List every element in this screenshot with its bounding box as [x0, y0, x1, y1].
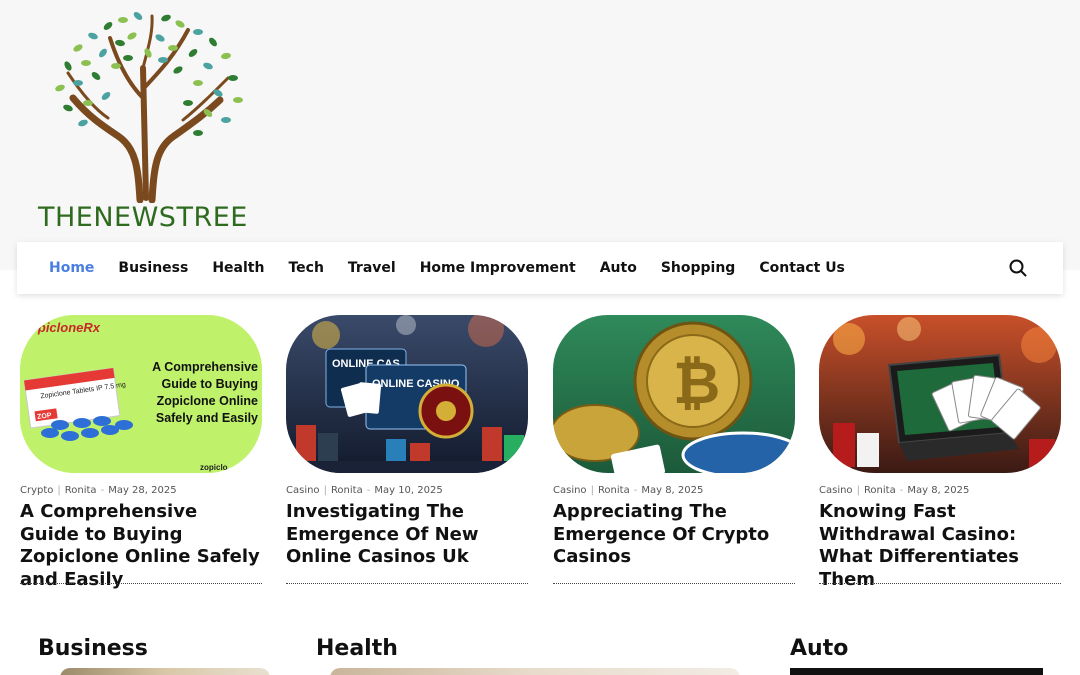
fast-withdrawal-casino-thumbnail-image	[819, 315, 1061, 473]
nav-item-contact-us[interactable]: Contact Us	[759, 260, 845, 276]
post-card: ONLINE CAS ONLINE CASINO Casino | Ronita…	[286, 315, 528, 585]
nav-item-travel[interactable]: Travel	[348, 260, 396, 276]
section-title-health[interactable]: Health	[316, 636, 398, 661]
post-thumbnail[interactable]: Zopiclone Tablets IP 7.5 mg ZOP Zopiclon…	[20, 315, 262, 473]
post-category[interactable]: Casino	[286, 485, 320, 496]
thumb-brand: ZopicloneRx	[21, 320, 101, 335]
thumb-corner-text: zopiclo	[200, 463, 228, 472]
site-logo[interactable]: THENEWSTREE	[38, 8, 260, 236]
post-author[interactable]: Ronita	[65, 485, 97, 496]
health-thumbnail-peek[interactable]	[330, 668, 740, 675]
post-meta: Casino | Ronita - May 10, 2025	[286, 485, 443, 496]
nav-item-auto[interactable]: Auto	[600, 260, 637, 276]
post-thumbnail[interactable]	[819, 315, 1061, 473]
zopiclone-thumbnail-image: Zopiclone Tablets IP 7.5 mg ZOP Zopiclon…	[20, 315, 262, 473]
nav-item-business[interactable]: Business	[118, 260, 188, 276]
post-card: Casino | Ronita - May 8, 2025 Knowing Fast W…	[819, 315, 1061, 590]
nav-item-health[interactable]: Health	[212, 260, 264, 276]
crypto-casino-thumbnail-image: ₿	[553, 315, 795, 473]
post-meta: Casino | Ronita - May 8, 2025	[553, 485, 704, 496]
search-icon	[1009, 259, 1027, 277]
post-title[interactable]: A Comprehensive Guide to Buying Zopiclon…	[20, 501, 262, 591]
section-title-auto[interactable]: Auto	[790, 636, 848, 661]
post-author[interactable]: Ronita	[598, 485, 630, 496]
post-card: ₿ Casino | Ronita - May 8, 2025 Appreciating…	[553, 315, 795, 585]
section-title-business[interactable]: Business	[38, 636, 148, 661]
post-divider	[819, 583, 1061, 584]
nav-item-home-improvement[interactable]: Home Improvement	[420, 260, 576, 276]
post-date: May 28, 2025	[108, 485, 177, 496]
nav-item-shopping[interactable]: Shopping	[661, 260, 736, 276]
post-card: Zopiclone Tablets IP 7.5 mg ZOP Zopiclon…	[20, 315, 262, 590]
nav-item-tech[interactable]: Tech	[288, 260, 323, 276]
post-date: May 8, 2025	[907, 485, 970, 496]
main-navigation: Home Business Health Tech Travel Home Im…	[17, 242, 1063, 294]
post-author[interactable]: Ronita	[331, 485, 363, 496]
post-title[interactable]: Investigating The Emergence Of New Onlin…	[286, 501, 528, 569]
featured-posts: Zopiclone Tablets IP 7.5 mg ZOP Zopiclon…	[20, 315, 1061, 590]
tree-logo-icon	[55, 12, 243, 203]
site-logo-text: THENEWSTREE	[38, 202, 248, 233]
auto-thumbnail-peek[interactable]	[790, 668, 1043, 675]
post-divider	[553, 583, 795, 584]
bitcoin-symbol-icon: ₿	[673, 349, 720, 417]
post-title[interactable]: Knowing Fast Withdrawal Casino: What Dif…	[819, 501, 1061, 591]
post-author[interactable]: Ronita	[864, 485, 896, 496]
post-thumbnail[interactable]: ₿	[553, 315, 795, 473]
post-date: May 10, 2025	[374, 485, 443, 496]
post-meta: Casino | Ronita - May 8, 2025	[819, 485, 970, 496]
post-category[interactable]: Casino	[819, 485, 853, 496]
post-date: May 8, 2025	[641, 485, 704, 496]
thumb-headline: A Comprehensive Guide to Buying Zopiclon…	[152, 360, 258, 425]
post-category[interactable]: Casino	[553, 485, 587, 496]
post-divider	[286, 583, 528, 584]
online-casino-thumbnail-image: ONLINE CAS ONLINE CASINO	[286, 315, 528, 473]
post-title[interactable]: Appreciating The Emergence Of Crypto Cas…	[553, 501, 795, 569]
post-meta: Crypto | Ronita - May 28, 2025	[20, 485, 177, 496]
search-button[interactable]	[1009, 259, 1027, 277]
nav-item-home[interactable]: Home	[49, 260, 94, 276]
post-divider	[20, 583, 262, 584]
post-thumbnail[interactable]: ONLINE CAS ONLINE CASINO	[286, 315, 528, 473]
post-category[interactable]: Crypto	[20, 485, 53, 496]
business-thumbnail-peek[interactable]	[60, 668, 270, 675]
